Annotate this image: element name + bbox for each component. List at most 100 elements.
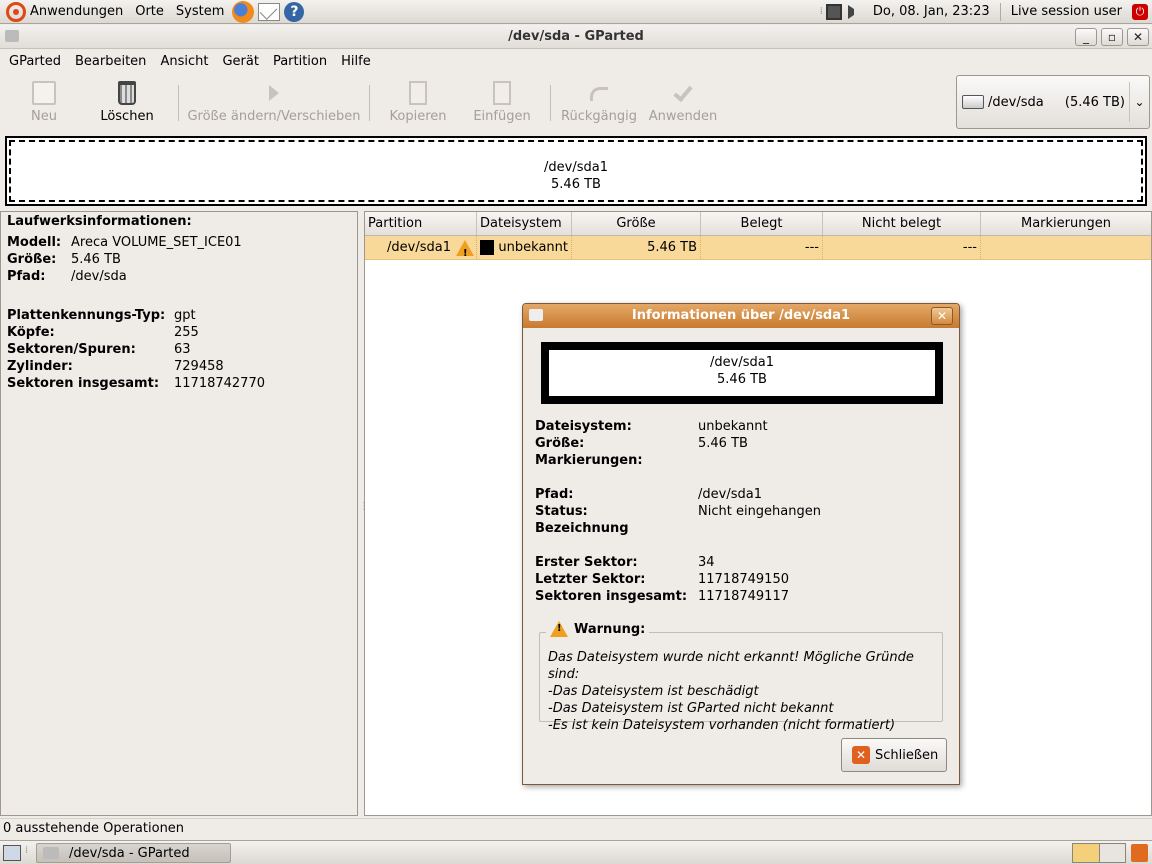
cell-unused: ---	[823, 236, 981, 259]
detail-value: 34	[698, 555, 715, 570]
partition-block-name: /dev/sda1	[544, 160, 608, 175]
power-icon[interactable]: ⏻	[1132, 3, 1148, 20]
apply-button[interactable]: Anwenden	[641, 73, 725, 131]
column-header-unused[interactable]: Nicht belegt	[823, 212, 981, 235]
applications-menu[interactable]: Anwendungen	[0, 0, 129, 24]
dialog-close-x-button[interactable]: ✕	[931, 307, 953, 325]
user-name[interactable]: Live session user	[1005, 0, 1128, 24]
detail-value: 11718749117	[698, 589, 789, 604]
partition-info-dialog: Informationen über /dev/sda1 ✕ /dev/sda1…	[522, 303, 960, 785]
status-bar: 0 ausstehende Operationen	[0, 818, 1152, 838]
menubar: GParted Bearbeiten Ansicht Gerät Partiti…	[0, 50, 1152, 72]
drive-info-title: Laufwerksinformationen:	[7, 214, 192, 229]
device-size: (5.46 TB)	[1064, 94, 1125, 110]
drive-info-key: Modell:	[7, 235, 62, 250]
workspace-2[interactable]	[1099, 844, 1125, 862]
warning-icon	[455, 239, 474, 259]
ubuntu-logo-icon	[6, 1, 26, 22]
show-desktop-icon[interactable]	[3, 845, 21, 861]
new-partition-icon	[32, 81, 56, 105]
menu-partition[interactable]: Partition	[266, 54, 334, 69]
cell-filesystem-name: unbekannt	[498, 239, 568, 255]
trash-icon	[118, 81, 136, 105]
menu-device[interactable]: Gerät	[215, 54, 265, 69]
workspace-switcher[interactable]	[1072, 843, 1126, 863]
warning-line: -Es ist kein Dateisystem vorhanden (nich…	[548, 718, 896, 733]
table-row[interactable]: /dev/sda1 unbekannt 5.46 TB --- ---	[365, 236, 1151, 260]
drive-info-value: Areca VOLUME_SET_ICE01	[71, 235, 242, 250]
dialog-details: Dateisystem: unbekannt Größe: 5.46 TB Mark…	[535, 418, 945, 605]
dialog-title: Informationen über /dev/sda1	[631, 308, 851, 323]
menu-gparted[interactable]: GParted	[2, 54, 68, 69]
drive-info-key: Sektoren insgesamt:	[7, 376, 160, 391]
drive-info-value: gpt	[174, 308, 196, 323]
detail-key: Status:	[535, 504, 588, 519]
resize-button[interactable]: Größe ändern/Verschieben	[185, 73, 363, 131]
close-button-label: Schließen	[875, 747, 939, 763]
delete-button[interactable]: Löschen	[82, 73, 172, 131]
detail-value: 5.46 TB	[698, 436, 748, 451]
detail-value: /dev/sda1	[698, 487, 762, 502]
menu-help[interactable]: Hilfe	[334, 54, 378, 69]
device-select[interactable]: /dev/sda (5.46 TB) ⌄	[956, 75, 1150, 129]
close-button[interactable]: ✕ Schließen	[841, 738, 947, 772]
hard-disk-icon	[962, 95, 984, 109]
detail-key: Größe:	[535, 436, 585, 451]
column-header-flags[interactable]: Markierungen	[981, 212, 1151, 235]
drive-info-pane: Laufwerksinformationen: Modell: Areca VOL…	[0, 211, 358, 816]
close-window-button[interactable]: ✕	[1127, 28, 1149, 46]
menu-edit[interactable]: Bearbeiten	[68, 54, 153, 69]
drive-info-key: Zylinder:	[7, 359, 73, 374]
table-header: Partition Dateisystem Größe Belegt Nicht…	[365, 212, 1151, 236]
column-header-filesystem[interactable]: Dateisystem	[477, 212, 572, 235]
paste-icon	[493, 81, 511, 105]
partition-block-sda1[interactable]: /dev/sda1 5.46 TB	[9, 140, 1143, 202]
window-titlebar[interactable]: /dev/sda - GParted _ ▫ ✕	[0, 25, 1152, 49]
dialog-graphic-size: 5.46 TB	[717, 372, 767, 387]
dialog-titlebar[interactable]: Informationen über /dev/sda1 ✕	[523, 304, 959, 328]
paste-button-label: Einfügen	[473, 109, 531, 124]
drive-info-key: Sektoren/Spuren:	[7, 342, 136, 357]
detail-value: unbekannt	[698, 419, 768, 434]
network-icon[interactable]	[825, 3, 842, 20]
disk-visualization[interactable]: /dev/sda1 5.46 TB	[5, 136, 1147, 206]
paste-button[interactable]: Einfügen	[460, 73, 544, 131]
toolbar: Neu Löschen Größe ändern/Verschieben Kop…	[0, 73, 955, 131]
workspace-1[interactable]	[1073, 844, 1100, 862]
column-header-used[interactable]: Belegt	[701, 212, 823, 235]
firefox-icon[interactable]	[232, 0, 255, 23]
minimize-button[interactable]: _	[1075, 28, 1097, 46]
maximize-button[interactable]: ▫	[1101, 28, 1123, 46]
copy-button[interactable]: Kopieren	[376, 73, 460, 131]
drive-info-key: Größe:	[7, 252, 57, 267]
warning-legend: Warnung:	[546, 621, 650, 637]
places-menu[interactable]: Orte	[129, 0, 170, 24]
undo-button[interactable]: Rückgängig	[557, 73, 641, 131]
dialog-partition-graphic: /dev/sda1 5.46 TB	[541, 342, 943, 404]
warning-frame: Warnung: Das Dateisystem wurde nicht erk…	[539, 621, 943, 733]
detail-key: Erster Sektor:	[535, 555, 638, 570]
column-header-size[interactable]: Größe	[572, 212, 701, 235]
mail-icon[interactable]	[258, 2, 281, 21]
warning-text: Das Dateisystem wurde nicht erkannt! Mög…	[548, 649, 942, 734]
column-header-partition[interactable]: Partition	[365, 212, 477, 235]
new-button[interactable]: Neu	[6, 73, 82, 131]
help-icon[interactable]: ?	[284, 1, 305, 22]
detail-key: Markierungen:	[535, 453, 643, 468]
cell-size: 5.46 TB	[572, 236, 701, 259]
drive-info-key: Köpfe:	[7, 325, 55, 340]
trash-applet-icon[interactable]	[1131, 844, 1148, 862]
bottom-panel: ⁞ /dev/sda - GParted	[0, 840, 1152, 864]
volume-icon[interactable]	[847, 4, 864, 19]
taskbar-window-label: /dev/sda - GParted	[69, 845, 190, 861]
menu-view[interactable]: Ansicht	[153, 54, 215, 69]
resize-arrow-icon	[269, 85, 279, 101]
taskbar-window-button[interactable]: /dev/sda - GParted	[36, 843, 231, 863]
warning-line: -Das Dateisystem ist GParted nicht bekan…	[548, 701, 834, 716]
system-menu[interactable]: System	[170, 0, 230, 24]
detail-key: Dateisystem:	[535, 419, 632, 434]
clock[interactable]: Do, 08. Jan, 23:23	[867, 0, 996, 24]
drive-info-value: 255	[174, 325, 199, 340]
warning-icon	[550, 621, 568, 637]
detail-key: Letzter Sektor:	[535, 572, 646, 587]
